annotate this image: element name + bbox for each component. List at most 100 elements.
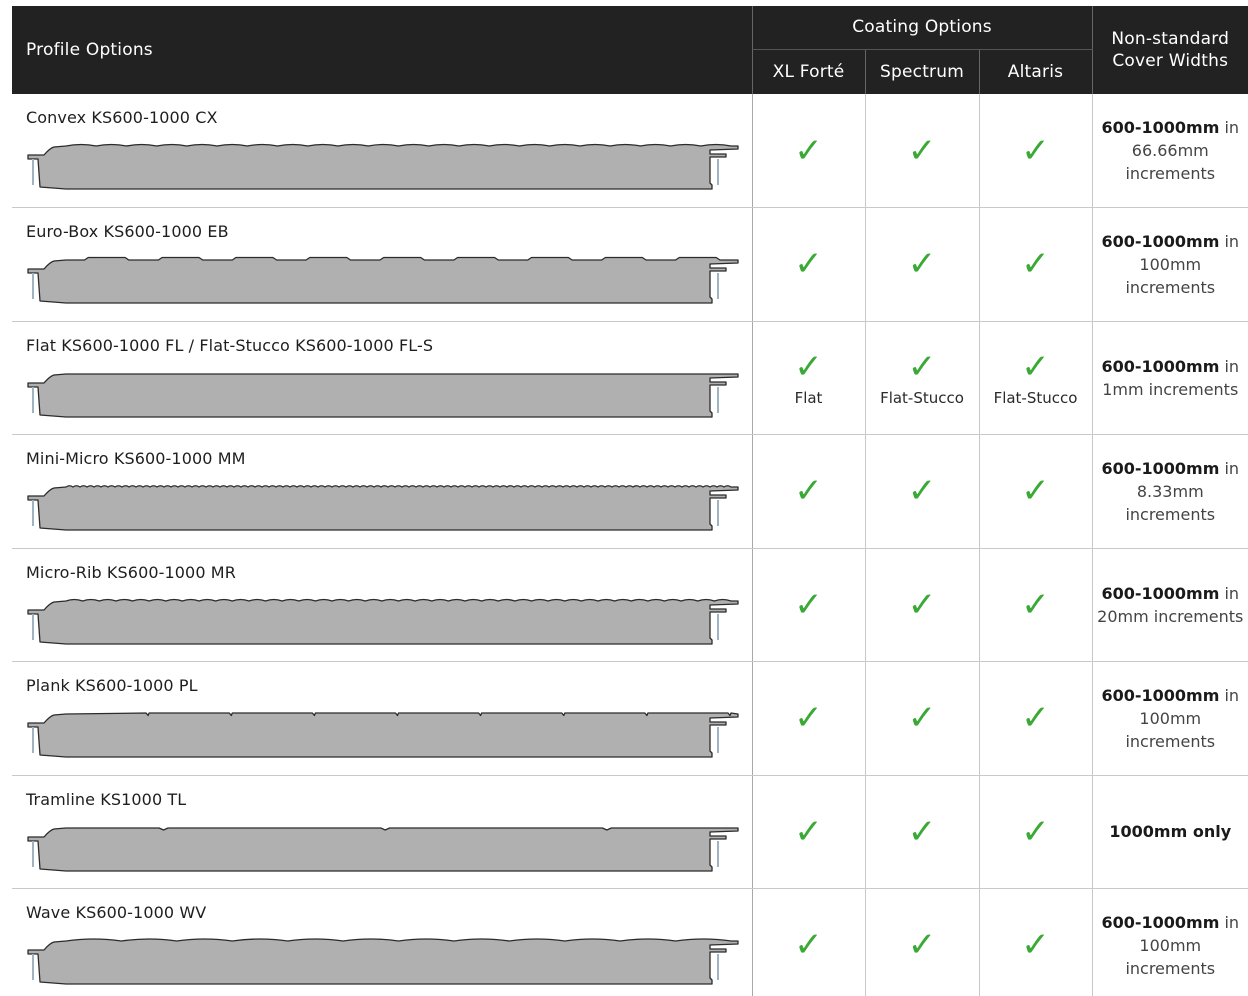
cover-width-cell: 600-1000mm in 100mm increments <box>1092 207 1248 322</box>
panel-profile-drawing <box>26 363 752 423</box>
checkmark-icon: ✓ <box>907 471 937 512</box>
tramline-panel-profile-icon <box>27 826 739 872</box>
table-row: Mini-Micro KS600-1000 MM ✓ ✓ ✓ 600-1000mm i… <box>12 434 1248 549</box>
nonstandard-header-line1: Non-standard <box>1111 29 1230 49</box>
profile-name: Micro-Rib KS600-1000 MR <box>26 562 236 582</box>
nonstandard-widths-header: Non-standard Cover Widths <box>1091 6 1248 94</box>
coating-header-spectrum: Spectrum <box>864 49 979 94</box>
profile-rows: Convex KS600-1000 CX ✓ ✓ ✓ 600-1000mm in 66… <box>12 94 1248 996</box>
checkmark-icon: ✓ <box>1021 698 1050 739</box>
coating-cell-altaris: ✓ Flat-Stucco <box>979 321 1093 435</box>
coating-cell-xl-forte: ✓ <box>752 775 866 889</box>
coating-variant-label: Flat-Stucco <box>880 388 964 407</box>
checkmark-icon: ✓ <box>1021 130 1050 171</box>
wave-panel-profile-icon <box>27 938 739 985</box>
checkmark-icon: ✓ <box>794 244 823 285</box>
coating-cell-spectrum: ✓ <box>865 207 980 322</box>
profile-options-header: Profile Options <box>12 6 752 94</box>
cover-width-cell: 1000mm only <box>1092 775 1248 889</box>
checkmark-icon: ✓ <box>794 698 823 739</box>
profile-cell: Mini-Micro KS600-1000 MM <box>12 434 753 549</box>
checkmark-icon: ✓ <box>907 130 937 171</box>
coating-cell-altaris: ✓ <box>979 661 1093 776</box>
checkmark-icon: ✓ <box>1021 471 1050 512</box>
cover-width-range: 600-1000mm <box>1101 912 1220 932</box>
table-row: Euro-Box KS600-1000 EB ✓ ✓ ✓ 600-1000mm in … <box>12 207 1248 322</box>
table-row: Wave KS600-1000 WV ✓ ✓ ✓ 600-1000mm in 100m… <box>12 888 1248 996</box>
table-row: Tramline KS1000 TL ✓ ✓ ✓ 1000mm only <box>12 775 1248 889</box>
coating-cell-altaris: ✓ <box>979 888 1093 996</box>
profile-name: Wave KS600-1000 WV <box>26 903 207 922</box>
profile-cell: Euro-Box KS600-1000 EB <box>12 207 753 322</box>
table-row: Convex KS600-1000 CX ✓ ✓ ✓ 600-1000mm in 66… <box>12 94 1248 208</box>
profile-cell: Plank KS600-1000 PL <box>12 661 753 776</box>
euro-box-panel-profile-icon <box>27 256 739 304</box>
coating-cell-xl-forte: ✓ <box>752 207 866 322</box>
cover-width-cell: 600-1000mm in 1mm increments <box>1092 321 1248 435</box>
panel-profile-drawing <box>26 135 752 195</box>
coating-cell-spectrum: ✓ <box>865 434 980 549</box>
coating-cell-xl-forte: ✓ <box>752 888 866 996</box>
profile-cell: Convex KS600-1000 CX <box>12 94 753 208</box>
checkmark-icon: ✓ <box>907 698 937 739</box>
coating-cell-spectrum: ✓ Flat-Stucco <box>865 321 980 435</box>
cover-width-range: 1000mm only <box>1109 822 1232 842</box>
coating-cell-spectrum: ✓ <box>865 661 980 776</box>
plank-panel-profile-icon <box>27 712 739 758</box>
profile-cell: Flat KS600-1000 FL / Flat-Stucco KS600-1… <box>12 321 753 435</box>
panel-profile-drawing <box>26 703 752 763</box>
panel-profile-drawing <box>26 590 752 650</box>
cover-width-cell: 600-1000mm in 8.33mm increments <box>1092 434 1248 549</box>
profile-cell: Wave KS600-1000 WV <box>12 888 753 996</box>
checkmark-icon: ✓ <box>907 244 937 285</box>
coating-header-altaris: Altaris <box>978 49 1093 94</box>
checkmark-icon: ✓ <box>794 925 823 966</box>
coating-cell-altaris: ✓ <box>979 207 1093 322</box>
cover-width-cell: 600-1000mm in 20mm increments <box>1092 548 1248 662</box>
micro-rib-panel-profile-icon <box>27 598 739 645</box>
checkmark-icon: ✓ <box>907 346 937 387</box>
flat-panel-profile-icon <box>27 372 739 418</box>
profile-name: Mini-Micro KS600-1000 MM <box>26 449 246 468</box>
cover-width-range: 600-1000mm <box>1101 458 1220 478</box>
coating-cell-xl-forte: ✓ <box>752 661 866 776</box>
convex-panel-profile-icon <box>27 143 739 190</box>
checkmark-icon: ✓ <box>794 584 823 625</box>
coating-cell-spectrum: ✓ <box>865 775 980 889</box>
coating-variant-label: Flat <box>794 388 823 407</box>
checkmark-icon: ✓ <box>794 130 823 171</box>
profile-cell: Micro-Rib KS600-1000 MR <box>12 548 753 662</box>
profile-name: Tramline KS1000 TL <box>26 789 187 809</box>
checkmark-icon: ✓ <box>1021 346 1050 387</box>
cover-width-range: 600-1000mm <box>1101 356 1220 376</box>
coating-cell-xl-forte: ✓ <box>752 548 866 662</box>
checkmark-icon: ✓ <box>907 584 937 625</box>
cover-width-range: 600-1000mm <box>1101 118 1220 137</box>
checkmark-icon: ✓ <box>1021 925 1050 966</box>
table-row: Micro-Rib KS600-1000 MR ✓ ✓ ✓ 600-1000mm in… <box>12 548 1248 662</box>
profile-options-page: Profile Options Coating Options Non-stan… <box>0 0 1248 996</box>
nonstandard-header-line2: Cover Widths <box>1112 51 1229 71</box>
panel-profile-drawing <box>26 817 752 877</box>
cover-width-range: 600-1000mm <box>1101 583 1220 603</box>
checkmark-icon: ✓ <box>1021 244 1050 285</box>
cover-width-range: 600-1000mm <box>1101 231 1220 251</box>
coating-cell-spectrum: ✓ <box>865 94 980 208</box>
checkmark-icon: ✓ <box>907 811 937 852</box>
coating-cell-spectrum: ✓ <box>865 548 980 662</box>
coating-cell-spectrum: ✓ <box>865 888 980 996</box>
profile-name: Plank KS600-1000 PL <box>26 676 198 695</box>
panel-profile-drawing <box>26 930 752 990</box>
coating-cell-xl-forte: ✓ <box>752 434 866 549</box>
profile-options-table: Profile Options Coating Options Non-stan… <box>12 6 1248 996</box>
panel-profile-drawing <box>26 249 752 309</box>
coating-variant-label: Flat-Stucco <box>993 388 1078 407</box>
cover-width-cell: 600-1000mm in 100mm increments <box>1092 888 1248 996</box>
cover-width-cell: 600-1000mm in 100mm increments <box>1092 661 1248 776</box>
panel-profile-drawing <box>26 476 752 536</box>
coating-cell-altaris: ✓ <box>979 94 1093 208</box>
coating-header-xl-forte: XL Forté <box>751 49 865 94</box>
mini-micro-panel-profile-icon <box>27 485 739 531</box>
coating-cell-xl-forte: ✓ Flat <box>752 321 866 435</box>
table-row: Plank KS600-1000 PL ✓ ✓ ✓ 600-1000mm in 100… <box>12 661 1248 776</box>
